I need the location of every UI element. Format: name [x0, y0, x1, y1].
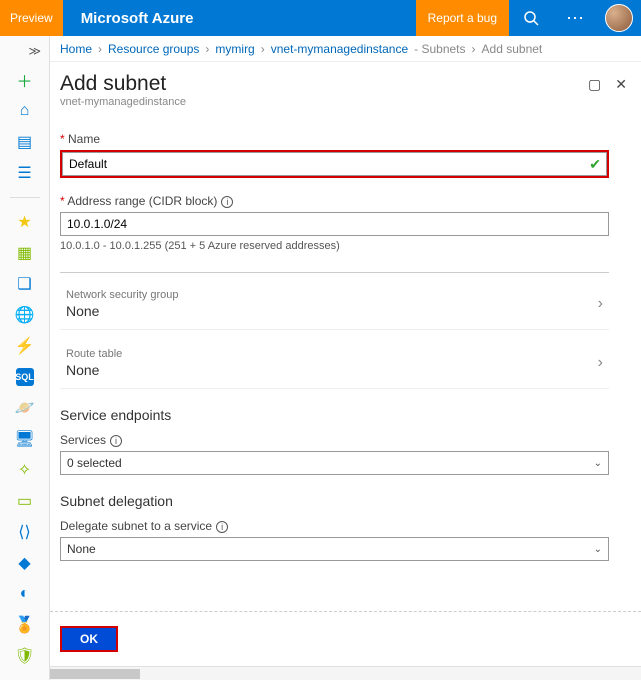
brand-label: Microsoft Azure [63, 10, 212, 27]
delegate-select[interactable]: None ⌄ [60, 537, 609, 561]
avatar[interactable] [605, 4, 633, 32]
nsg-value: None [66, 303, 179, 319]
favorites-icon[interactable]: ★ [16, 213, 34, 231]
advisor-icon[interactable]: 🏅 [16, 616, 34, 634]
name-label: Name [60, 132, 609, 146]
sidebar-collapse-icon[interactable]: ≫ [28, 44, 41, 58]
address-range-input[interactable] [60, 212, 609, 236]
more-icon[interactable]: ⋯ [553, 0, 597, 36]
name-input[interactable] [62, 152, 607, 176]
ok-button-highlight: OK [60, 626, 118, 652]
services-label: Servicesi [60, 433, 609, 447]
report-bug-button[interactable]: Report a bug [416, 0, 509, 36]
nsg-label: Network security group [66, 289, 179, 301]
info-icon[interactable]: i [110, 435, 122, 447]
ok-button[interactable]: OK [62, 628, 116, 650]
network-icon[interactable]: ⟨⟩ [16, 523, 34, 541]
route-table-value: None [66, 362, 122, 378]
chevron-right-icon: › [598, 295, 603, 313]
route-table-picker[interactable]: Route table None › [60, 344, 609, 389]
chevron-down-icon: ⌄ [594, 544, 602, 555]
breadcrumb: Home› Resource groups› mymirg› vnet-myma… [50, 36, 641, 62]
info-icon[interactable]: i [221, 196, 233, 208]
form: Name ✔ Address range (CIDR block)i 10.0.… [50, 112, 641, 611]
crumb-resource-groups[interactable]: Resource groups [108, 42, 199, 56]
check-icon: ✔ [589, 156, 601, 173]
close-icon[interactable]: ✕ [615, 76, 627, 93]
preview-badge: Preview [0, 0, 63, 36]
load-balancer-icon[interactable]: ✧ [16, 461, 34, 479]
security-icon[interactable]: 🛡 [16, 647, 34, 665]
dashboard-icon[interactable]: ▤ [16, 133, 34, 151]
footer-bar: OK [50, 611, 641, 666]
globe-icon[interactable]: 🌐 [16, 306, 34, 324]
vm-icon[interactable]: 🖥 [16, 430, 34, 448]
top-bar: Preview Microsoft Azure Report a bug ⋯ [0, 0, 641, 36]
sidebar: ≫ ＋ ⌂ ▤ ☰ ★ ▦ ❑ 🌐 ⚡ SQL 🪐 🖥 ✧ ▭ ⟨⟩ ◆ ◐ 🏅… [0, 36, 50, 680]
cosmos-icon[interactable]: 🪐 [16, 399, 34, 417]
address-range-hint: 10.0.1.0 - 10.0.1.255 (251 + 5 Azure res… [60, 240, 609, 252]
scrollbar-thumb[interactable] [50, 669, 140, 679]
storage-icon[interactable]: ▭ [16, 492, 34, 510]
crumb-subnets[interactable]: - Subnets [414, 42, 465, 56]
functions-icon[interactable]: ⚡ [16, 337, 34, 355]
name-field-highlight: ✔ [60, 150, 609, 178]
main: Home› Resource groups› mymirg› vnet-myma… [50, 36, 641, 680]
page-subtitle: vnet-mymanagedinstance [60, 96, 625, 108]
blade-header: Add subnet vnet-mymanagedinstance ▢ ✕ [50, 62, 641, 112]
add-icon[interactable]: ＋ [16, 71, 34, 89]
monitor-icon[interactable]: ◐ [16, 585, 34, 603]
crumb-vnet[interactable]: vnet-mymanagedinstance [271, 42, 408, 56]
horizontal-scrollbar[interactable] [50, 666, 641, 680]
page-title: Add subnet [60, 72, 625, 96]
nsg-picker[interactable]: Network security group None › [60, 285, 609, 330]
service-endpoints-heading: Service endpoints [60, 407, 609, 423]
crumb-rg-name[interactable]: mymirg [215, 42, 254, 56]
crumb-leaf: Add subnet [482, 42, 543, 56]
crumb-home[interactable]: Home [60, 42, 92, 56]
divider [60, 272, 609, 273]
delegate-label: Delegate subnet to a servicei [60, 519, 609, 533]
all-services-icon[interactable]: ▦ [16, 244, 34, 262]
delegate-value: None [67, 542, 96, 556]
home-icon[interactable]: ⌂ [16, 102, 34, 120]
route-table-label: Route table [66, 348, 122, 360]
sidebar-divider [10, 197, 40, 198]
search-icon[interactable] [509, 0, 553, 36]
services-select[interactable]: 0 selected ⌄ [60, 451, 609, 475]
chevron-right-icon: › [598, 354, 603, 372]
cube-icon[interactable]: ❑ [16, 275, 34, 293]
address-range-label: Address range (CIDR block)i [60, 194, 609, 208]
list-icon[interactable]: ☰ [16, 164, 34, 182]
sql-icon[interactable]: SQL [16, 368, 34, 386]
subnet-delegation-heading: Subnet delegation [60, 493, 609, 509]
info-icon[interactable]: i [216, 521, 228, 533]
aad-icon[interactable]: ◆ [16, 554, 34, 572]
maximize-icon[interactable]: ▢ [588, 76, 601, 93]
chevron-down-icon: ⌄ [594, 458, 602, 469]
services-value: 0 selected [67, 456, 122, 470]
